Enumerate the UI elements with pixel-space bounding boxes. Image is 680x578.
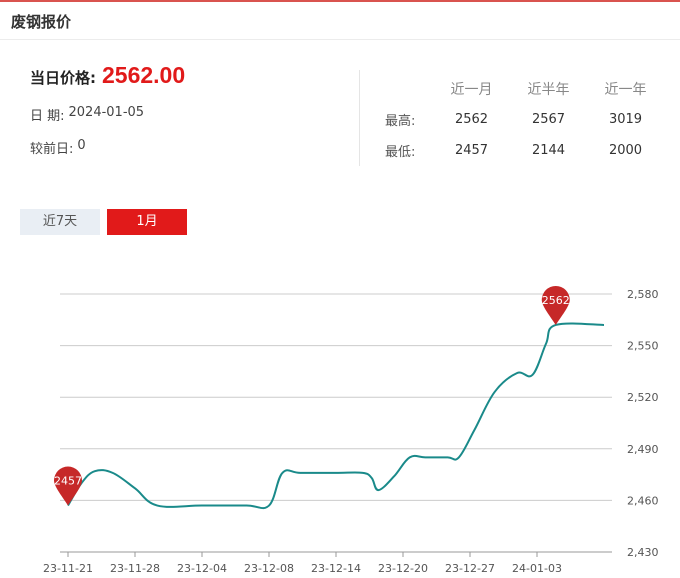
stats-row-high: 最高: 2562 2567 3019 bbox=[385, 104, 675, 135]
x-tick-label: 23-12-04 bbox=[177, 562, 227, 575]
stats-cell: 3019 bbox=[608, 112, 643, 127]
y-tick-label: 2,550 bbox=[627, 340, 659, 353]
stats-row-low: 最低: 2457 2144 2000 bbox=[385, 135, 675, 166]
date-row: 日 期: 2024-01-05 bbox=[30, 105, 350, 124]
tab-7-days[interactable]: 近7天 bbox=[20, 209, 100, 235]
change-row: 较前日: 0 bbox=[30, 138, 350, 157]
price-summary: 当日价格: 2562.00 日 期: 2024-01-05 较前日: 0 bbox=[30, 62, 350, 157]
change-label: 较前日: bbox=[30, 142, 74, 157]
current-price-value: 2562.00 bbox=[102, 62, 186, 88]
x-tick-label: 23-12-20 bbox=[378, 562, 428, 575]
price-marker-label: 2457 bbox=[54, 475, 82, 488]
x-tick-label: 23-11-21 bbox=[43, 562, 93, 575]
stats-cell: 2144 bbox=[531, 143, 566, 158]
x-tick-label: 23-12-27 bbox=[445, 562, 495, 575]
date-label: 日 期: bbox=[30, 109, 65, 124]
stats-header-year: 近一年 bbox=[604, 81, 647, 98]
date-value: 2024-01-05 bbox=[68, 105, 145, 120]
x-tick-label: 23-12-14 bbox=[311, 562, 361, 575]
y-tick-label: 2,490 bbox=[627, 443, 659, 456]
stats-header-half-year: 近半年 bbox=[527, 81, 570, 98]
stats-cell: 2000 bbox=[608, 143, 643, 158]
x-tick-label: 23-12-08 bbox=[244, 562, 294, 575]
summary-divider bbox=[359, 70, 360, 166]
current-price-label: 当日价格: bbox=[30, 69, 96, 87]
stats-row-label: 最高: bbox=[385, 114, 416, 129]
stats-cell: 2567 bbox=[531, 112, 566, 127]
price-stats-table: 近一月 近半年 近一年 最高: 2562 2567 3019 最低: 2457 … bbox=[385, 76, 675, 166]
panel-header: 废钢报价 bbox=[0, 2, 680, 40]
price-marker-label: 2562 bbox=[542, 294, 570, 307]
stats-row-label: 最低: bbox=[385, 145, 416, 160]
stats-cell: 2457 bbox=[454, 143, 489, 158]
price-line-chart: 2,430 2,460 2,490 2,520 2,550 2,580 23-11-21 23… bbox=[43, 285, 659, 575]
price-series-line bbox=[67, 322, 605, 510]
panel-title: 废钢报价 bbox=[11, 13, 72, 31]
range-tabs: 近7天 1月 bbox=[20, 209, 194, 235]
y-tick-label: 2,520 bbox=[627, 391, 659, 404]
stats-header-month: 近一月 bbox=[450, 81, 493, 98]
stats-header-row: 近一月 近半年 近一年 bbox=[385, 76, 675, 101]
stats-cell: 2562 bbox=[454, 112, 489, 127]
x-tick-label: 24-01-03 bbox=[512, 562, 562, 575]
current-price-row: 当日价格: 2562.00 bbox=[30, 62, 350, 89]
y-tick-label: 2,580 bbox=[627, 288, 659, 301]
x-tick-label: 23-11-28 bbox=[110, 562, 160, 575]
y-tick-label: 2,460 bbox=[627, 494, 659, 507]
tab-1-month[interactable]: 1月 bbox=[107, 209, 187, 235]
y-tick-label: 2,430 bbox=[627, 546, 659, 559]
change-value: 0 bbox=[77, 138, 86, 153]
